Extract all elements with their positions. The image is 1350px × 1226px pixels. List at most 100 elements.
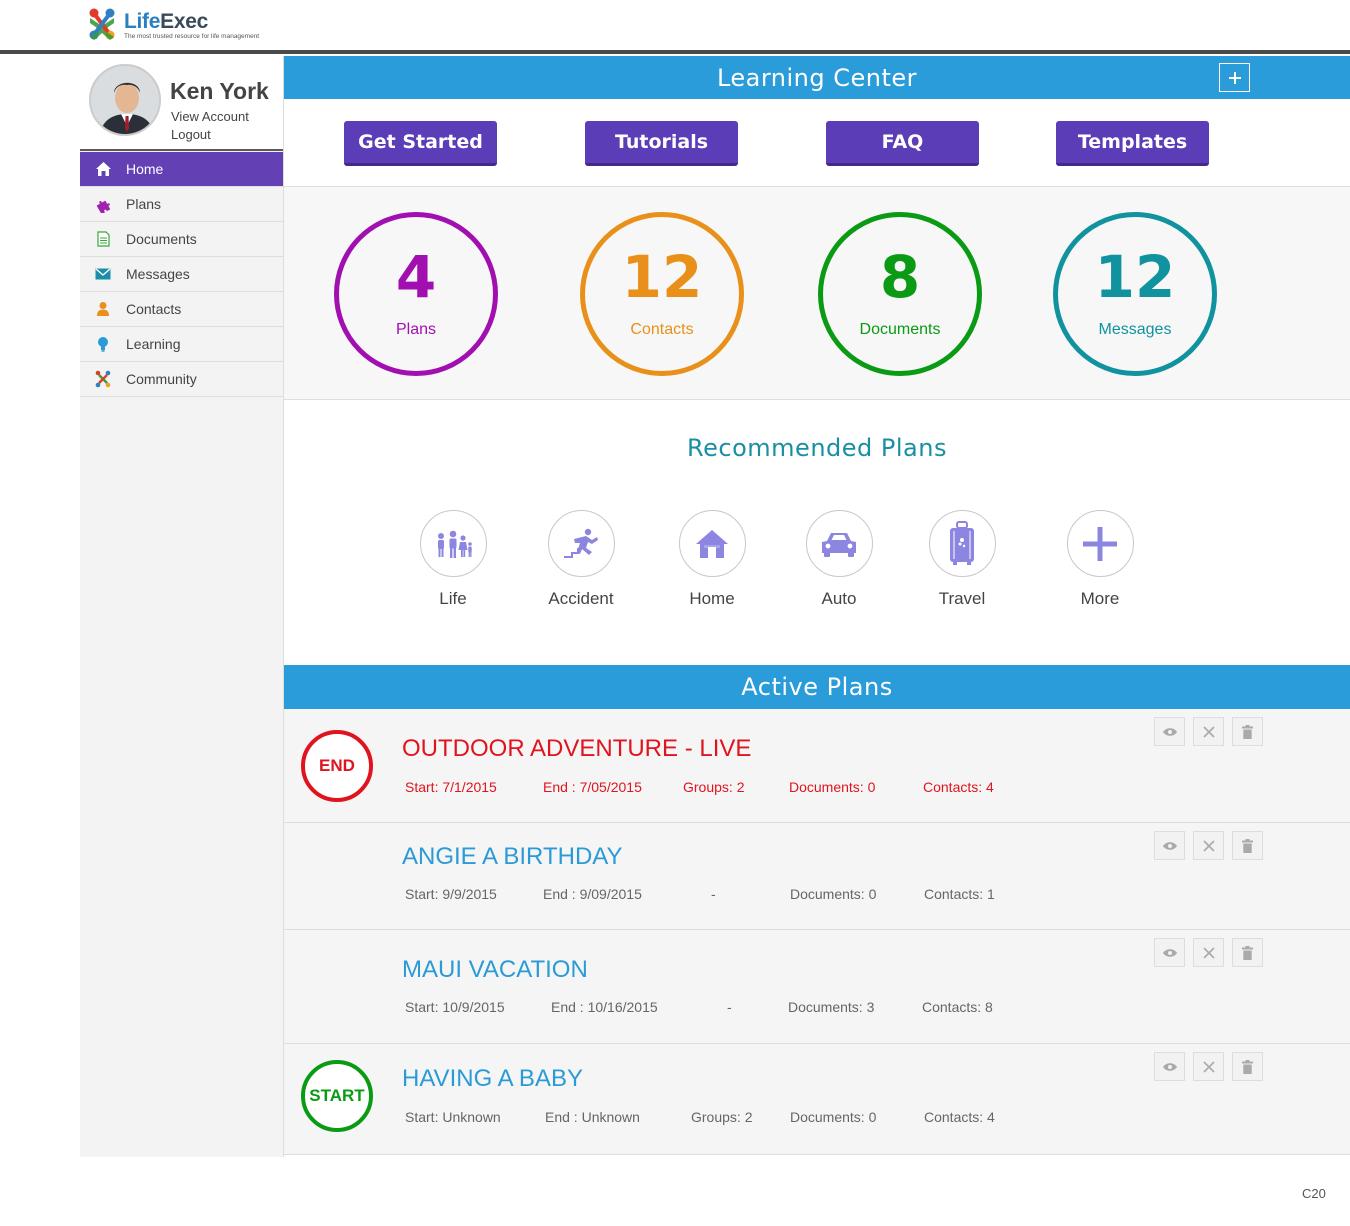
sidebar-item-community[interactable]: Community — [80, 362, 283, 397]
end-badge: END — [301, 730, 373, 802]
recommended-accident-label: Accident — [548, 589, 614, 608]
plan-end: End : 9/09/2015 — [543, 886, 642, 902]
plan-actions — [1154, 1052, 1263, 1081]
sidebar-item-label: Community — [126, 371, 197, 387]
contacts-stat-label: Contacts — [630, 321, 694, 338]
templates-button[interactable]: Templates — [1056, 121, 1209, 166]
sidebar-item-label: Messages — [126, 266, 190, 282]
add-button[interactable] — [1219, 63, 1250, 92]
recommended-travel-label: Travel — [938, 589, 986, 608]
user-profile: Ken York View Account Logout — [80, 56, 283, 151]
close-icon — [1202, 725, 1215, 738]
messages-stat[interactable]: 12 Messages — [1053, 212, 1217, 376]
recommended-plans-title: Recommended Plans — [687, 434, 947, 462]
plan-title[interactable]: HAVING A BABY — [402, 1065, 583, 1093]
plan-actions — [1154, 938, 1263, 967]
recommended-auto[interactable]: Auto — [794, 510, 884, 609]
active-plans-header: Active Plans — [284, 665, 1350, 709]
plan-actions — [1154, 831, 1263, 860]
learning-center-header: Learning Center — [284, 56, 1350, 99]
recommended-more[interactable]: More — [1055, 510, 1145, 609]
plan-documents: Documents: 0 — [790, 1109, 877, 1125]
view-account-link[interactable]: View Account — [171, 109, 249, 124]
logo-tagline: The most trusted resource for life manag… — [124, 33, 260, 40]
close-button[interactable] — [1193, 831, 1224, 860]
recommended-accident-circle — [547, 510, 615, 577]
plan-row[interactable]: START HAVING A BABY Start: Unknown End :… — [284, 1044, 1350, 1155]
plan-contacts: Contacts: 4 — [924, 1109, 995, 1125]
plan-title[interactable]: MAUI VACATION — [402, 956, 588, 984]
plan-row[interactable]: END OUTDOOR ADVENTURE - LIVE Start: 7/1/… — [284, 709, 1350, 823]
sidebar-item-label: Contacts — [126, 301, 182, 317]
recommended-life[interactable]: Life — [408, 510, 498, 609]
lifeexec-logo[interactable]: LifeExec The most trusted resource for l… — [84, 6, 284, 46]
plan-end: End : 10/16/2015 — [551, 999, 658, 1015]
recommended-life-label: Life — [439, 589, 467, 608]
app-header: LifeExec The most trusted resource for l… — [0, 0, 1350, 54]
recommended-accident[interactable]: Accident — [536, 510, 626, 609]
plan-start: Start: 7/1/2015 — [405, 779, 497, 795]
community-icon — [94, 370, 112, 388]
tutorials-button[interactable]: Tutorials — [585, 121, 738, 166]
eye-icon — [1162, 1062, 1177, 1071]
close-button[interactable] — [1193, 717, 1224, 746]
sidebar: Ken York View Account Logout Home Plans … — [80, 56, 284, 1157]
close-button[interactable] — [1193, 938, 1224, 967]
plan-row[interactable]: ANGIE A BIRTHDAY Start: 9/9/2015 End : 9… — [284, 823, 1350, 930]
stats-panel: 4 Plans 12 Contacts 8 Documents 12 Messa… — [284, 187, 1350, 400]
view-button[interactable] — [1154, 717, 1185, 746]
plans-stat[interactable]: 4 Plans — [334, 212, 498, 376]
sidebar-item-messages[interactable]: Messages — [80, 257, 283, 292]
plan-row[interactable]: MAUI VACATION Start: 10/9/2015 End : 10/… — [284, 930, 1350, 1044]
plan-end: End : 7/05/2015 — [543, 779, 642, 795]
delete-button[interactable] — [1232, 831, 1263, 860]
view-button[interactable] — [1154, 938, 1185, 967]
sidebar-item-home[interactable]: Home — [80, 152, 283, 187]
view-button[interactable] — [1154, 1052, 1185, 1081]
logout-link[interactable]: Logout — [171, 127, 211, 142]
documents-count: 8 — [879, 243, 921, 311]
active-plans-list: END OUTDOOR ADVENTURE - LIVE Start: 7/1/… — [284, 709, 1350, 1155]
recommended-life-circle — [419, 510, 487, 577]
document-icon — [94, 230, 112, 248]
plans-count: 4 — [395, 243, 437, 311]
get-started-button[interactable]: Get Started — [344, 121, 497, 166]
contacts-stat[interactable]: 12 Contacts — [580, 212, 744, 376]
lightbulb-icon — [94, 335, 112, 353]
documents-stat[interactable]: 8 Documents — [818, 212, 982, 376]
recommended-home-circle — [678, 510, 746, 577]
sidebar-item-plans[interactable]: Plans — [80, 187, 283, 222]
view-button[interactable] — [1154, 831, 1185, 860]
plan-groups: Groups: 2 — [683, 779, 745, 795]
delete-button[interactable] — [1232, 938, 1263, 967]
plan-documents: Documents: 0 — [789, 779, 876, 795]
recommended-travel[interactable]: Travel — [917, 510, 1007, 609]
close-button[interactable] — [1193, 1052, 1224, 1081]
sidebar-item-documents[interactable]: Documents — [80, 222, 283, 257]
recommended-home[interactable]: Home — [667, 510, 757, 609]
sidebar-item-label: Home — [126, 161, 164, 177]
active-plans-title: Active Plans — [741, 673, 893, 701]
avatar[interactable] — [89, 64, 161, 136]
delete-button[interactable] — [1232, 717, 1263, 746]
plus-icon — [1083, 526, 1117, 561]
plan-documents: Documents: 0 — [790, 886, 877, 902]
plan-title[interactable]: ANGIE A BIRTHDAY — [402, 843, 623, 871]
falling-person-icon — [564, 528, 598, 558]
sidebar-item-label: Documents — [126, 231, 197, 247]
suitcase-icon — [950, 520, 974, 565]
recommended-travel-circle — [928, 510, 996, 577]
sidebar-item-contacts[interactable]: Contacts — [80, 292, 283, 327]
sidebar-item-label: Learning — [126, 336, 181, 352]
plan-title[interactable]: OUTDOOR ADVENTURE - LIVE — [402, 735, 751, 763]
main-content: Learning Center Get Started Tutorials FA… — [284, 56, 1350, 1155]
plan-groups: - — [711, 886, 716, 902]
plan-start: Start: 10/9/2015 — [405, 999, 505, 1015]
delete-button[interactable] — [1232, 1052, 1263, 1081]
faq-button[interactable]: FAQ — [826, 121, 979, 166]
close-icon — [1202, 1060, 1215, 1073]
logo-name: LifeExec — [124, 10, 208, 33]
home-icon — [94, 160, 112, 178]
sidebar-item-learning[interactable]: Learning — [80, 327, 283, 362]
sidebar-item-label: Plans — [126, 196, 162, 212]
